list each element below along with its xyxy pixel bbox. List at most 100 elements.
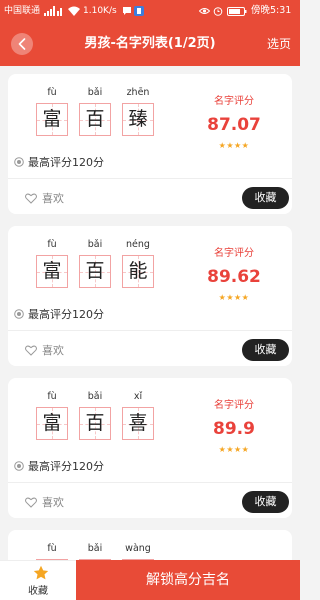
star-icon: [33, 565, 49, 580]
score-label: 名字评分: [214, 400, 254, 411]
alarm-icon: [213, 6, 223, 16]
star-icon: ★: [234, 293, 242, 302]
char-box: 百: [79, 407, 111, 440]
name-char: fù 富: [36, 390, 68, 440]
status-bar: 中国联通 1.10K/s 傍晚5:31: [0, 0, 300, 22]
rating-stars: ★★★★: [194, 444, 274, 456]
collect-button[interactable]: 收藏: [242, 491, 289, 513]
rating-stars: ★★★★: [194, 292, 274, 304]
pinyin: bǎi: [87, 87, 103, 98]
app-badge-icon: [134, 6, 144, 16]
pinyin: wàng: [125, 543, 151, 554]
wifi-icon: [68, 6, 80, 16]
name-char: fù 富: [36, 238, 68, 288]
pinyin: fù: [47, 391, 57, 402]
hanzi: 百: [85, 260, 105, 282]
favorites-label: 收藏: [28, 586, 48, 597]
star-icon: ★: [234, 141, 242, 150]
name-card[interactable]: fù 富 bǎi 百 xǐ 喜 名字评分 89.9 ★★★★ 最高评分120分 …: [8, 378, 292, 518]
max-score-text: 最高评分120分: [28, 460, 104, 473]
name-char: zhēn 臻: [122, 86, 154, 136]
name-card[interactable]: fù 富 bǎi 百 zhēn 臻 名字评分 87.07 ★★★★ 最高评分12…: [8, 74, 292, 214]
star-icon: ★: [226, 293, 234, 302]
pinyin: fù: [47, 87, 57, 98]
divider: [8, 482, 292, 483]
star-icon: ★: [241, 293, 250, 302]
network-speed: 1.10K/s: [83, 6, 117, 16]
max-score-text: 最高评分120分: [28, 156, 104, 169]
name-score: 89.62: [207, 267, 261, 287]
star-icon: ★: [241, 141, 250, 150]
name-char: fù 富: [36, 86, 68, 136]
star-icon: ★: [226, 445, 234, 454]
like-label: 喜欢: [42, 192, 64, 205]
pinyin: néng: [126, 239, 150, 250]
hanzi: 臻: [128, 108, 148, 130]
like-button[interactable]: 喜欢: [25, 189, 64, 207]
pinyin: xǐ: [133, 391, 143, 402]
name-char: néng 能: [122, 238, 154, 288]
hanzi: 喜: [128, 412, 148, 434]
char-box: 富: [36, 103, 68, 136]
star-icon: ★: [234, 445, 242, 454]
bottom-bar: 收藏 解锁高分吉名: [0, 560, 300, 600]
max-score-row: 最高评分120分: [14, 307, 104, 321]
name-char: bǎi 百: [79, 238, 111, 288]
char-box: 百: [79, 103, 111, 136]
favorites-button[interactable]: 收藏: [0, 560, 76, 600]
collect-button[interactable]: 收藏: [242, 187, 289, 209]
hanzi: 百: [85, 108, 105, 130]
star-icon: ★: [226, 141, 234, 150]
back-button[interactable]: [11, 33, 33, 55]
hanzi: 富: [42, 108, 62, 130]
pinyin: fù: [47, 543, 57, 554]
target-icon: [14, 157, 24, 167]
max-score-row: 最高评分120分: [14, 155, 104, 169]
name-char: bǎi 百: [79, 86, 111, 136]
char-box: 百: [79, 255, 111, 288]
name-score: 87.07: [207, 115, 261, 135]
pinyin: bǎi: [87, 543, 103, 554]
back-icon: [18, 38, 26, 50]
signal-icon: [44, 6, 64, 16]
char-box: 富: [36, 255, 68, 288]
hanzi: 富: [42, 260, 62, 282]
target-icon: [14, 309, 24, 319]
like-label: 喜欢: [42, 344, 64, 357]
name-char: xǐ 喜: [122, 390, 154, 440]
like-button[interactable]: 喜欢: [25, 493, 64, 511]
heart-icon: [25, 193, 37, 204]
heart-icon: [25, 497, 37, 508]
char-box: 富: [36, 407, 68, 440]
select-page-button[interactable]: 选页: [267, 36, 291, 52]
divider: [8, 330, 292, 331]
score-label: 名字评分: [214, 248, 254, 259]
message-icon: [122, 6, 132, 16]
eye-icon: [199, 6, 210, 16]
score-label: 名字评分: [214, 96, 254, 107]
page-title: 男孩-名字列表(1/2页): [84, 36, 216, 51]
unlock-button[interactable]: 解锁高分吉名: [76, 560, 300, 600]
hanzi: 能: [128, 260, 148, 282]
char-box: 臻: [122, 103, 154, 136]
char-box: 喜: [122, 407, 154, 440]
pinyin: bǎi: [87, 239, 103, 250]
like-button[interactable]: 喜欢: [25, 341, 64, 359]
hanzi: 富: [42, 412, 62, 434]
heart-icon: [25, 345, 37, 356]
carrier-name: 中国联通: [4, 6, 41, 16]
divider: [8, 178, 292, 179]
like-label: 喜欢: [42, 496, 64, 509]
nav-header: 男孩-名字列表(1/2页) 选页: [0, 22, 300, 66]
clock-time: 傍晚5:31: [251, 5, 292, 16]
name-char: bǎi 百: [79, 390, 111, 440]
battery-icon: [227, 7, 247, 16]
pinyin: bǎi: [87, 391, 103, 402]
star-icon: ★: [241, 445, 250, 454]
name-card[interactable]: fù 富 bǎi 百 néng 能 名字评分 89.62 ★★★★ 最高评分12…: [8, 226, 292, 366]
target-icon: [14, 461, 24, 471]
collect-button[interactable]: 收藏: [242, 339, 289, 361]
max-score-text: 最高评分120分: [28, 308, 104, 321]
rating-stars: ★★★★: [194, 140, 274, 152]
char-box: 能: [122, 255, 154, 288]
